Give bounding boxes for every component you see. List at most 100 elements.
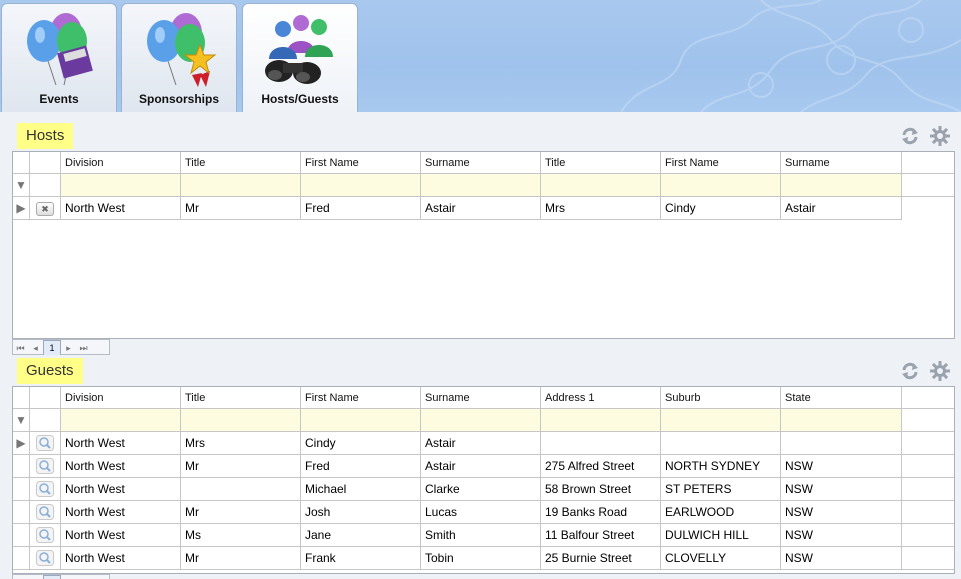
table-cell: NSW (780, 477, 902, 501)
table-cell: Fred (300, 196, 421, 220)
table-cell: Frank (300, 546, 421, 570)
magnifier-icon (36, 458, 54, 474)
view-button[interactable] (29, 523, 61, 547)
table-cell: 11 Balfour Street (540, 523, 661, 547)
table-row[interactable]: North West Ms Jane Smith 11 Balfour Street DU… (13, 523, 954, 547)
table-row[interactable]: North West Mr Josh Lucas 19 Banks Road EARLWO… (13, 500, 954, 524)
tab-events[interactable]: Events (1, 3, 117, 112)
filter-cell[interactable] (60, 408, 181, 432)
hosts-header-row: Division Title First Name Surname Title … (13, 152, 954, 174)
filter-cell[interactable] (180, 173, 301, 197)
gear-icon[interactable] (930, 126, 950, 146)
magnifier-icon (36, 481, 54, 497)
filter-cell[interactable] (540, 173, 661, 197)
filter-cell[interactable] (180, 408, 301, 432)
refresh-icon[interactable] (900, 126, 920, 146)
column-header[interactable]: Title (180, 387, 301, 409)
people-binoculars-icon (265, 15, 333, 84)
balloons-invitation-icon (27, 13, 93, 86)
table-cell: NSW (780, 454, 902, 478)
column-header[interactable]: First Name (300, 152, 421, 174)
row-pointer-icon: ▶ (13, 196, 30, 220)
tab-label: Hosts/Guests (261, 92, 339, 106)
next-page-icon[interactable]: ▸ (61, 341, 76, 355)
table-spacer (901, 196, 954, 220)
column-header[interactable]: Surname (780, 152, 902, 174)
view-button[interactable] (29, 431, 61, 455)
table-cell: Astair (420, 431, 541, 455)
magnifier-icon (36, 504, 54, 520)
gear-icon[interactable] (930, 361, 950, 381)
spacer-header (901, 387, 954, 409)
column-header[interactable]: State (780, 387, 902, 409)
filter-cell[interactable] (420, 173, 541, 197)
table-cell: Mrs (180, 431, 301, 455)
row-indicator (13, 500, 30, 524)
view-button[interactable] (29, 454, 61, 478)
guests-panel-header: Guests (12, 355, 955, 387)
column-header[interactable]: Address 1 (540, 387, 661, 409)
filter-cell (29, 173, 61, 197)
filter-spacer (901, 408, 954, 432)
table-cell: Mr (180, 500, 301, 524)
view-button[interactable] (29, 477, 61, 501)
action-header (29, 152, 61, 174)
table-spacer (901, 523, 954, 547)
delete-button[interactable]: ✖ (29, 196, 61, 220)
column-header[interactable]: First Name (300, 387, 421, 409)
filter-cell[interactable] (60, 173, 181, 197)
filter-cell[interactable] (780, 173, 902, 197)
filter-icon: ▼ (13, 173, 30, 197)
first-page-icon[interactable]: ⏮ (13, 341, 28, 355)
table-cell: Mr (180, 196, 301, 220)
table-row[interactable]: ▶ ✖ North West Mr Fred Astair Mrs Cindy … (13, 196, 954, 220)
table-row[interactable]: North West Mr Fred Astair 275 Alfred Street N… (13, 454, 954, 478)
table-cell: Mr (180, 454, 301, 478)
table-row[interactable]: North West Mr Frank Tobin 25 Burnie Street CL… (13, 546, 954, 570)
tab-label: Sponsorships (138, 92, 219, 106)
column-header[interactable]: Surname (420, 152, 541, 174)
column-header[interactable]: Suburb (660, 387, 781, 409)
column-header[interactable]: Division (60, 387, 181, 409)
filter-cell[interactable] (660, 173, 781, 197)
view-button[interactable] (29, 500, 61, 524)
hosts-title: Hosts (17, 123, 74, 149)
tab-hosts-guests[interactable]: Hosts/Guests (242, 3, 358, 112)
filter-cell[interactable] (540, 408, 661, 432)
table-spacer (901, 454, 954, 478)
filter-cell[interactable] (300, 408, 421, 432)
table-cell: North West (60, 196, 181, 220)
guests-header-row: Division Title First Name Surname Addres… (13, 387, 954, 409)
filter-cell[interactable] (660, 408, 781, 432)
filter-cell (29, 408, 61, 432)
table-row[interactable]: ▶ North West Mrs Cindy Astair (13, 431, 954, 455)
guests-grid: Division Title First Name Surname Addres… (12, 386, 955, 574)
column-header[interactable]: First Name (660, 152, 781, 174)
table-cell: Cindy (300, 431, 421, 455)
page-number[interactable]: 1 (43, 340, 61, 356)
hosts-grid: Division Title First Name Surname Title … (12, 151, 955, 339)
table-cell: Ms (180, 523, 301, 547)
tab-sponsorships[interactable]: Sponsorships (121, 3, 237, 112)
table-cell: Clarke (420, 477, 541, 501)
table-cell: EARLWOOD (660, 500, 781, 524)
column-header[interactable]: Title (540, 152, 661, 174)
column-header[interactable]: Surname (420, 387, 541, 409)
puzzle-background-icon (620, 0, 961, 112)
table-cell: North West (60, 523, 181, 547)
last-page-icon[interactable]: ⏭ (76, 341, 91, 355)
column-header[interactable]: Title (180, 152, 301, 174)
view-button[interactable] (29, 546, 61, 570)
filter-cell[interactable] (300, 173, 421, 197)
table-cell: North West (60, 454, 181, 478)
page-number[interactable]: 1 (43, 575, 61, 579)
prev-page-icon[interactable]: ◂ (28, 341, 43, 355)
table-cell: Mr (180, 546, 301, 570)
magnifier-icon (36, 435, 54, 451)
delete-icon: ✖ (36, 201, 54, 216)
filter-cell[interactable] (780, 408, 902, 432)
column-header[interactable]: Division (60, 152, 181, 174)
refresh-icon[interactable] (900, 361, 920, 381)
table-row[interactable]: North West Michael Clarke 58 Brown Street ST… (13, 477, 954, 501)
filter-cell[interactable] (420, 408, 541, 432)
